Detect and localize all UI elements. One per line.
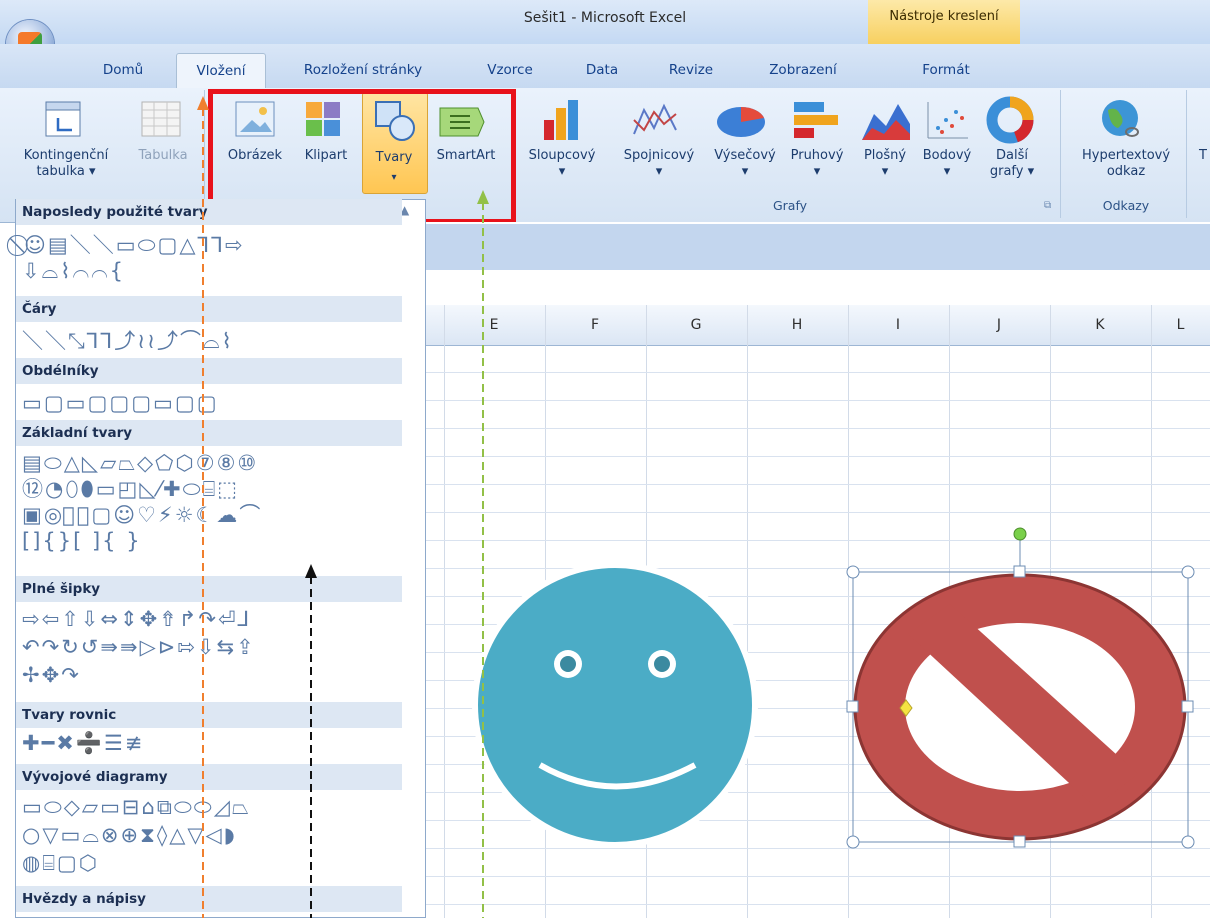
window-title: Sešit1 - Microsoft Excel: [523, 10, 687, 26]
grid-line: [426, 400, 1210, 401]
charts-group-label: Grafy: [772, 198, 808, 213]
hyperlink-globe-icon: [1102, 100, 1140, 137]
column-header-f[interactable]: F: [545, 305, 645, 345]
tab-page-layout[interactable]: Rozložení stránky: [288, 53, 438, 87]
area-chart-label: Plošný: [863, 148, 907, 163]
pivot-table-icon: [45, 101, 81, 137]
textbox-button-partial[interactable]: T: [1196, 148, 1210, 164]
column-chart-icon: [544, 100, 578, 140]
more-charts-label-2: grafy: [989, 164, 1024, 179]
scatter-chart-button[interactable]: Bodový ▾: [916, 148, 978, 180]
column-header-g[interactable]: G: [646, 305, 746, 345]
column-chart-label: Sloupcový: [528, 148, 596, 163]
tab-format[interactable]: Formát: [904, 53, 988, 87]
doughnut-chart-icon: [986, 96, 1034, 144]
tab-review[interactable]: Revize: [656, 53, 726, 87]
pie-chart-icon: [717, 107, 765, 137]
column-chart-button[interactable]: Sloupcový ▾: [522, 148, 602, 180]
no-symbol-shape[interactable]: [840, 522, 1202, 862]
grid-line: [426, 428, 1210, 429]
formula-bar-region: [426, 224, 1210, 270]
area-chart-icon: [862, 104, 910, 140]
column-header-l[interactable]: L: [1151, 305, 1210, 345]
pivot-table-button[interactable]: Kontingenční tabulka ▾: [14, 148, 118, 180]
pie-chart-button[interactable]: Výsečový ▾: [706, 148, 784, 180]
context-tab-drawing-tools: Nástroje kreslení: [868, 0, 1020, 44]
bar-chart-label: Pruhový: [790, 148, 844, 163]
column-header-j[interactable]: J: [949, 305, 1049, 345]
pivot-label: Kontingenční: [23, 148, 109, 163]
column-header-i[interactable]: I: [848, 305, 948, 345]
grid-line: [426, 512, 1210, 513]
shape-row[interactable]: ⇩⌓⌇⌒⌒{: [22, 258, 125, 284]
shape-row[interactable]: ✚━✖➗☰≢: [22, 730, 144, 756]
shape-row[interactable]: ◍⌸▢⬡: [22, 850, 99, 876]
bar-chart-button[interactable]: Pruhový ▾: [782, 148, 852, 180]
shape-row[interactable]: []{}[ ]{ }: [22, 528, 142, 554]
grid-line: [426, 876, 1210, 877]
annotation-arrows: [197, 96, 489, 918]
tab-formulas[interactable]: Vzorce: [472, 53, 548, 87]
grid-line: [426, 904, 1210, 905]
links-group-label: Odkazy: [1102, 198, 1150, 213]
pivot-label-2: tabulka: [36, 164, 85, 179]
smiley-face-shape[interactable]: [470, 560, 770, 860]
hyperlink-button[interactable]: Hypertextový odkaz: [1066, 148, 1186, 180]
scatter-chart-icon: [927, 102, 968, 139]
bar-chart-icon: [794, 102, 838, 138]
tab-insert[interactable]: Vložení: [176, 53, 266, 88]
grid-line: [426, 372, 1210, 373]
scatter-chart-label: Bodový: [922, 148, 972, 163]
hyperlink-label: Hypertextový: [1081, 148, 1171, 163]
tab-home[interactable]: Domů: [88, 53, 158, 87]
line-chart-icon: [633, 103, 677, 135]
more-charts-label: Další: [996, 148, 1028, 163]
more-charts-button[interactable]: Další grafy ▾: [982, 148, 1042, 180]
pie-chart-label: Výsečový: [714, 148, 776, 163]
line-chart-button[interactable]: Spojnicový ▾: [612, 148, 706, 180]
grid-line: [426, 456, 1210, 457]
line-chart-label: Spojnicový: [623, 148, 695, 163]
tab-view[interactable]: Zobrazení: [754, 53, 852, 87]
charts-dialog-launcher-icon[interactable]: ⧉: [1044, 200, 1051, 211]
column-header-h[interactable]: H: [747, 305, 847, 345]
area-chart-button[interactable]: Plošný ▾: [852, 148, 918, 180]
hyperlink-label-2: odkaz: [1106, 164, 1146, 179]
grid-line: [426, 484, 1210, 485]
tab-data[interactable]: Data: [572, 53, 632, 87]
column-header-k[interactable]: K: [1050, 305, 1150, 345]
shape-row[interactable]: ✢✥↷: [22, 662, 81, 688]
